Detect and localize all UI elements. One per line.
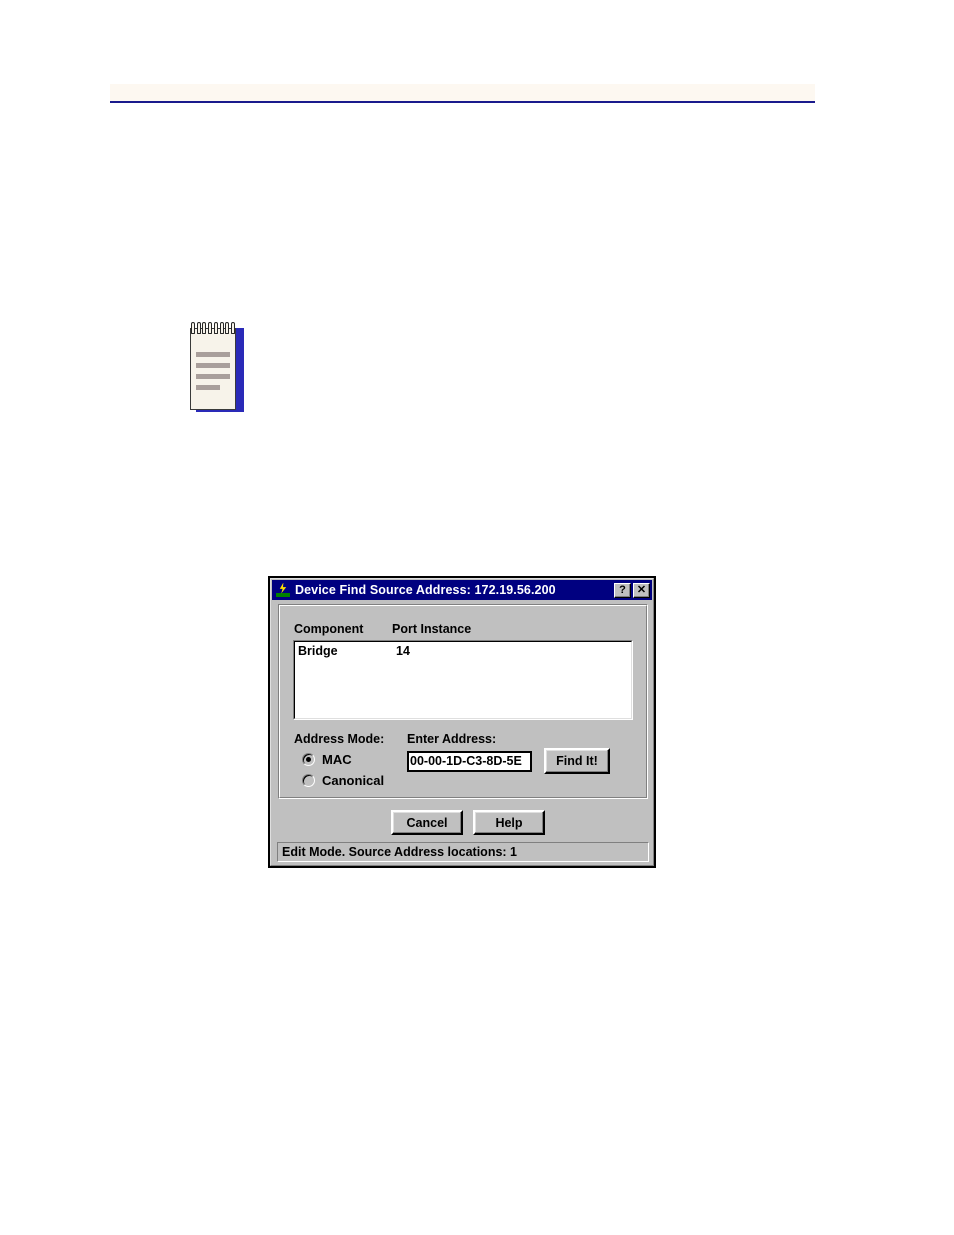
spiral-ring-icon [190, 322, 195, 334]
titlebar-help-button[interactable]: ? [614, 582, 631, 598]
device-find-source-address-dialog: Device Find Source Address: 172.19.56.20… [268, 576, 656, 868]
spiral-ring-icon [208, 322, 213, 334]
spiral-ring-icon [196, 322, 201, 334]
note-text-line [196, 352, 230, 357]
spiral-ring-icon [225, 322, 230, 334]
page-header-band [110, 84, 815, 101]
component-list-box[interactable]: Bridge 14 [293, 640, 633, 720]
radio-address-mode-canonical[interactable]: Canonical [302, 773, 384, 788]
column-header-component: Component [294, 622, 364, 636]
note-text-line [196, 385, 220, 390]
cancel-button[interactable]: Cancel [391, 810, 463, 835]
address-input[interactable]: 00-00-1D-C3-8D-5E [407, 751, 532, 772]
note-notepad-icon [188, 322, 244, 412]
help-button[interactable]: Help [473, 810, 545, 835]
radio-label-mac: MAC [322, 752, 352, 767]
note-text-line [196, 374, 230, 379]
note-text-line [196, 363, 230, 368]
spiral-ring-icon [231, 322, 236, 334]
radio-label-canonical: Canonical [322, 773, 385, 788]
titlebar-close-button[interactable]: ✕ [633, 582, 650, 598]
find-it-button[interactable]: Find It! [544, 748, 610, 774]
note-spiral-binding [190, 322, 236, 335]
dialog-main-panel: Component Port Instance Bridge 14 Addres… [278, 604, 648, 799]
radio-mark-icon [302, 774, 315, 787]
radio-mark-icon [302, 753, 315, 766]
dialog-title: Device Find Source Address: 172.19.56.20… [295, 583, 556, 597]
address-mode-label: Address Mode: [294, 732, 385, 746]
page-header-rule [110, 101, 815, 103]
enter-address-label: Enter Address: [407, 732, 497, 746]
table-row[interactable]: Bridge 14 [295, 642, 631, 659]
column-header-port-instance: Port Instance [392, 622, 472, 636]
list-box-inner: Bridge 14 [294, 641, 632, 719]
spiral-ring-icon [202, 322, 207, 334]
spiral-ring-icon [219, 322, 224, 334]
radio-address-mode-mac[interactable]: MAC [302, 752, 352, 767]
cell-port-instance: 14 [396, 643, 410, 658]
status-text: Edit Mode. Source Address locations: 1 [282, 845, 517, 859]
cell-component: Bridge [298, 643, 338, 658]
dialog-title-bar[interactable]: Device Find Source Address: 172.19.56.20… [272, 580, 652, 600]
device-bolt-icon [275, 582, 291, 598]
status-bar: Edit Mode. Source Address locations: 1 [277, 842, 649, 862]
spiral-ring-icon [213, 322, 218, 334]
note-page [190, 328, 236, 410]
